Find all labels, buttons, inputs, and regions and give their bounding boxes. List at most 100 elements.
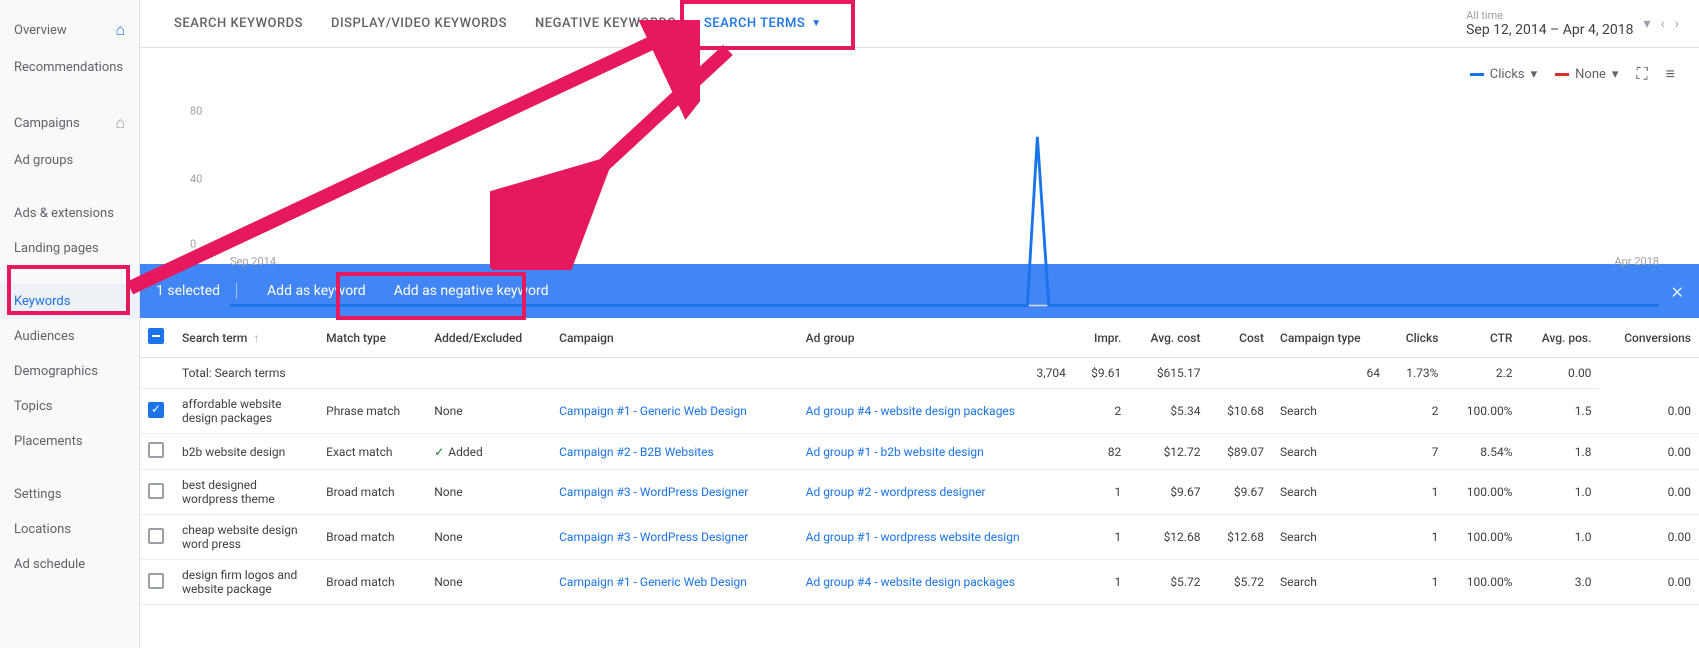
tab-bar: SEARCH KEYWORDS DISPLAY/VIDEO KEYWORDS N… bbox=[140, 0, 1699, 48]
table-row: design firm logos and website packageBro… bbox=[140, 560, 1699, 605]
date-range-label: All time bbox=[1466, 9, 1633, 22]
chevron-down-icon[interactable]: ▾ bbox=[1644, 16, 1651, 32]
sidebar-item-ads-extensions[interactable]: Ads & extensions bbox=[0, 196, 139, 231]
cell: 1.73% bbox=[1388, 358, 1446, 389]
col-campaign[interactable]: Campaign bbox=[551, 318, 798, 358]
col-match-type[interactable]: Match type bbox=[318, 318, 426, 358]
col-added-excluded[interactable]: Added/Excluded bbox=[426, 318, 551, 358]
cell-campaign-link[interactable]: Campaign #3 - WordPress Designer bbox=[551, 515, 798, 560]
row-checkbox[interactable] bbox=[148, 573, 164, 589]
cell: 100.00% bbox=[1446, 389, 1520, 434]
cell: $5.34 bbox=[1129, 389, 1208, 434]
sidebar-item-settings[interactable]: Settings bbox=[0, 477, 139, 512]
sidebar-item-label: Keywords bbox=[14, 294, 70, 309]
table-row: best designed wordpress themeBroad match… bbox=[140, 470, 1699, 515]
cell: 0.00 bbox=[1520, 358, 1599, 389]
col-search-term[interactable]: Search term↑ bbox=[174, 318, 318, 358]
tab-search-terms[interactable]: SEARCH TERMS ▼ bbox=[690, 0, 836, 48]
settings-icon[interactable]: ≡ bbox=[1666, 64, 1675, 84]
col-avg-cost[interactable]: Avg. cost bbox=[1129, 318, 1208, 358]
total-row: Total: Search terms 3,704 $9.61 $615.17 … bbox=[140, 358, 1699, 389]
sidebar-item-campaigns[interactable]: Campaigns ⌂ bbox=[0, 103, 139, 143]
chart: 80 40 0 Sep 2014 Apr 2018 bbox=[160, 94, 1679, 264]
tab-label: SEARCH TERMS bbox=[704, 16, 805, 31]
cell: 100.00% bbox=[1446, 515, 1520, 560]
col-campaign-type[interactable]: Campaign type bbox=[1272, 318, 1388, 358]
cell-match-type: Exact match bbox=[318, 434, 426, 470]
cell: 2.2 bbox=[1446, 358, 1520, 389]
row-checkbox[interactable] bbox=[148, 528, 164, 544]
cell-adgroup-link[interactable]: Ad group #4 - website design packages bbox=[798, 560, 1074, 605]
metric-picker-2[interactable]: None ▾ bbox=[1555, 67, 1618, 82]
cell-adgroup-link[interactable]: Ad group #1 - wordpress website design bbox=[798, 515, 1074, 560]
cell-match-type: Broad match bbox=[318, 560, 426, 605]
sidebar-item-topics[interactable]: Topics bbox=[0, 389, 139, 424]
col-conversions[interactable]: Conversions bbox=[1599, 318, 1699, 358]
cell: 2 bbox=[1074, 389, 1129, 434]
sidebar-item-recommendations[interactable]: Recommendations bbox=[0, 50, 139, 85]
cell: 2 bbox=[1388, 389, 1446, 434]
sidebar: Overview ⌂ Recommendations Campaigns ⌂ A… bbox=[0, 0, 140, 648]
sidebar-item-locations[interactable]: Locations bbox=[0, 512, 139, 547]
y-tick: 0 bbox=[190, 237, 196, 250]
cell: 64 bbox=[1272, 358, 1388, 389]
sidebar-item-label: Topics bbox=[14, 399, 53, 414]
cell: 1.5 bbox=[1520, 389, 1599, 434]
sort-arrow-up-icon: ↑ bbox=[253, 331, 259, 345]
cell: 0.00 bbox=[1599, 470, 1699, 515]
chart-svg bbox=[230, 94, 1659, 308]
cell: $615.17 bbox=[1129, 358, 1208, 389]
chevron-right-icon[interactable]: › bbox=[1675, 16, 1679, 32]
sidebar-item-label: Ads & extensions bbox=[14, 206, 114, 221]
sidebar-item-label: Ad groups bbox=[14, 153, 73, 168]
sidebar-item-adgroups[interactable]: Ad groups bbox=[0, 143, 139, 178]
cell-campaign-link[interactable]: Campaign #1 - Generic Web Design bbox=[551, 389, 798, 434]
tab-search-keywords[interactable]: SEARCH KEYWORDS bbox=[160, 0, 317, 48]
tab-label: NEGATIVE KEYWORDS bbox=[535, 16, 676, 31]
sidebar-item-landing-pages[interactable]: Landing pages bbox=[0, 231, 139, 266]
close-icon[interactable]: × bbox=[1671, 279, 1683, 304]
swatch-icon bbox=[1470, 73, 1484, 76]
sidebar-item-audiences[interactable]: Audiences bbox=[0, 319, 139, 354]
sidebar-item-placements[interactable]: Placements bbox=[0, 424, 139, 459]
table-row: b2b website designExact match✓AddedCampa… bbox=[140, 434, 1699, 470]
row-checkbox[interactable] bbox=[148, 483, 164, 499]
metric-picker-1[interactable]: Clicks ▾ bbox=[1470, 67, 1537, 82]
chart-area: Clicks ▾ None ▾ ⛶ ≡ 80 40 0 Se bbox=[140, 48, 1699, 264]
chevron-down-icon: ▼ bbox=[811, 18, 821, 29]
date-range-picker[interactable]: All time Sep 12, 2014 – Apr 4, 2018 ▾ ‹ … bbox=[1466, 9, 1679, 38]
col-clicks[interactable]: Clicks bbox=[1388, 318, 1446, 358]
cell: Search bbox=[1272, 389, 1388, 434]
metric-label: None bbox=[1575, 67, 1606, 82]
cell-adgroup-link[interactable]: Ad group #2 - wordpress designer bbox=[798, 470, 1074, 515]
fullscreen-icon[interactable]: ⛶ bbox=[1636, 64, 1647, 84]
col-cost[interactable]: Cost bbox=[1208, 318, 1272, 358]
cell-campaign-link[interactable]: Campaign #1 - Generic Web Design bbox=[551, 560, 798, 605]
chart-toolbar: Clicks ▾ None ▾ ⛶ ≡ bbox=[160, 58, 1679, 90]
cell-campaign-link[interactable]: Campaign #3 - WordPress Designer bbox=[551, 470, 798, 515]
row-checkbox[interactable] bbox=[148, 442, 164, 458]
cell: 1 bbox=[1388, 560, 1446, 605]
cell-campaign-link[interactable]: Campaign #2 - B2B Websites bbox=[551, 434, 798, 470]
row-checkbox[interactable] bbox=[148, 402, 164, 418]
main-area: SEARCH KEYWORDS DISPLAY/VIDEO KEYWORDS N… bbox=[140, 0, 1699, 648]
col-adgroup[interactable]: Ad group bbox=[798, 318, 1074, 358]
tab-negative-keywords[interactable]: NEGATIVE KEYWORDS bbox=[521, 0, 690, 48]
chevron-left-icon[interactable]: ‹ bbox=[1661, 16, 1665, 32]
sidebar-item-overview[interactable]: Overview ⌂ bbox=[0, 10, 139, 50]
col-avg-pos[interactable]: Avg. pos. bbox=[1520, 318, 1599, 358]
cell-match-type: Broad match bbox=[318, 470, 426, 515]
sidebar-item-demographics[interactable]: Demographics bbox=[0, 354, 139, 389]
sidebar-item-adschedule[interactable]: Ad schedule bbox=[0, 547, 139, 582]
table-row: affordable website design packagesPhrase… bbox=[140, 389, 1699, 434]
cell: 7 bbox=[1388, 434, 1446, 470]
cell-adgroup-link[interactable]: Ad group #1 - b2b website design bbox=[798, 434, 1074, 470]
cell: 82 bbox=[1074, 434, 1129, 470]
col-impr[interactable]: Impr. bbox=[1074, 318, 1129, 358]
sidebar-item-keywords[interactable]: Keywords bbox=[0, 284, 139, 319]
select-all-checkbox[interactable] bbox=[148, 328, 164, 344]
cell: 1 bbox=[1074, 470, 1129, 515]
col-ctr[interactable]: CTR bbox=[1446, 318, 1520, 358]
cell-adgroup-link[interactable]: Ad group #4 - website design packages bbox=[798, 389, 1074, 434]
tab-display-video-keywords[interactable]: DISPLAY/VIDEO KEYWORDS bbox=[317, 0, 521, 48]
